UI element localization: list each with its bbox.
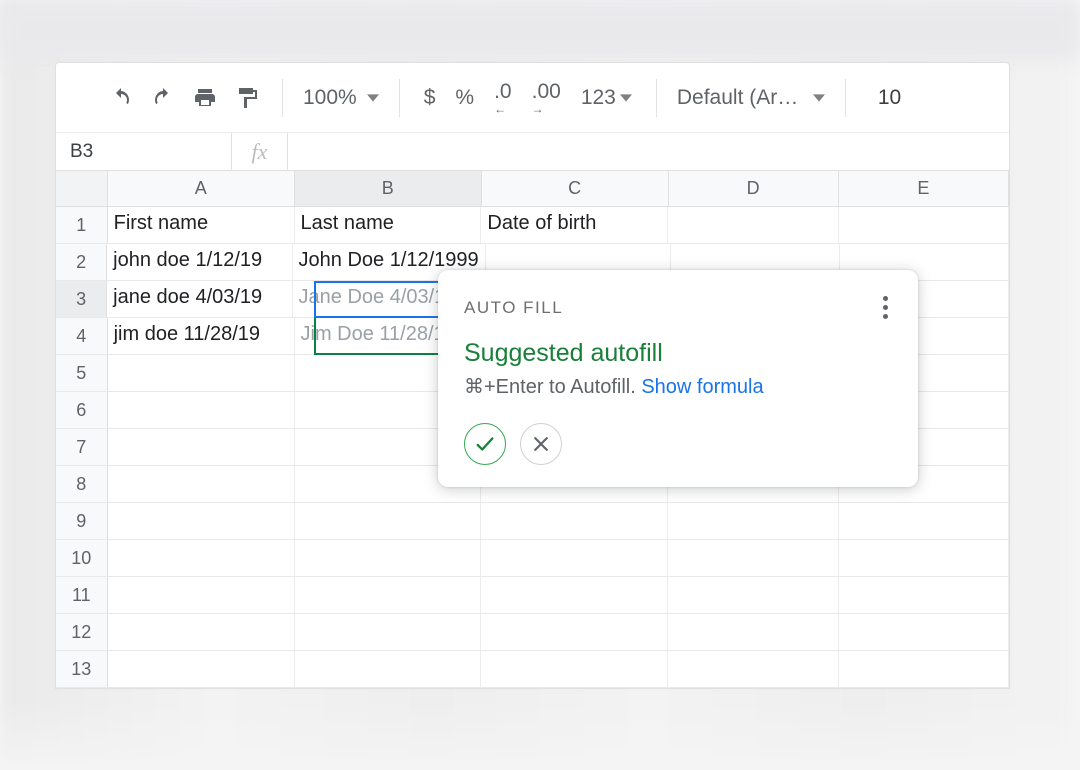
active-cell-ref: B3	[70, 141, 93, 163]
column-headers: A B C D E	[56, 171, 1009, 207]
row-9: 9	[56, 503, 1009, 540]
cell-C11[interactable]	[481, 577, 668, 613]
cell-E13[interactable]	[839, 651, 1009, 687]
cell-E10[interactable]	[839, 540, 1009, 576]
cell-E9[interactable]	[839, 503, 1009, 539]
zoom-value: 100%	[303, 86, 357, 110]
cell-A6[interactable]	[108, 392, 295, 428]
cell-C10[interactable]	[481, 540, 668, 576]
row-header-2[interactable]: 2	[56, 244, 107, 280]
cell-B1[interactable]: Last name	[295, 207, 482, 243]
cell-B12[interactable]	[295, 614, 482, 650]
toolbar: 100% $ % .0← .00→ 123 Default (Ari… 10	[56, 63, 1009, 133]
col-header-D[interactable]: D	[669, 171, 839, 206]
redo-button[interactable]	[146, 81, 180, 115]
row-12: 12	[56, 614, 1009, 651]
print-button[interactable]	[188, 81, 222, 115]
cell-D13[interactable]	[668, 651, 838, 687]
cell-E1[interactable]	[839, 207, 1009, 243]
cell-A13[interactable]	[108, 651, 295, 687]
formula-input[interactable]	[288, 133, 1009, 170]
row-header-7[interactable]: 7	[56, 429, 108, 465]
row-header-1[interactable]: 1	[56, 207, 108, 243]
cell-C12[interactable]	[481, 614, 668, 650]
cell-B11[interactable]	[295, 577, 482, 613]
col-header-A[interactable]: A	[108, 171, 295, 206]
autofill-suggestion-card: AUTO FILL Suggested autofill ⌘+Enter to …	[438, 270, 918, 487]
cell-E12[interactable]	[839, 614, 1009, 650]
col-header-C[interactable]: C	[482, 171, 669, 206]
row-11: 11	[56, 577, 1009, 614]
select-all-corner[interactable]	[56, 171, 108, 206]
row-header-10[interactable]: 10	[56, 540, 108, 576]
row-header-9[interactable]: 9	[56, 503, 108, 539]
cell-D1[interactable]	[668, 207, 838, 243]
accept-autofill-button[interactable]	[464, 423, 506, 465]
cell-E11[interactable]	[839, 577, 1009, 613]
row-header-6[interactable]: 6	[56, 392, 108, 428]
reject-autofill-button[interactable]	[520, 423, 562, 465]
cell-C1[interactable]: Date of birth	[481, 207, 668, 243]
autofill-card-title: Suggested autofill	[464, 339, 892, 368]
cell-B9[interactable]	[295, 503, 482, 539]
cell-D10[interactable]	[668, 540, 838, 576]
more-formats-button[interactable]: 123	[571, 86, 642, 110]
cell-A4[interactable]: jim doe 11/28/19	[108, 318, 295, 354]
cell-A1[interactable]: First name	[108, 207, 295, 243]
cell-B10[interactable]	[295, 540, 482, 576]
font-size-input[interactable]: 10	[860, 86, 919, 110]
cell-C13[interactable]	[481, 651, 668, 687]
cell-A9[interactable]	[108, 503, 295, 539]
autofill-card-subtext: ⌘+Enter to Autofill. Show formula	[464, 374, 892, 399]
row-header-4[interactable]: 4	[56, 318, 108, 354]
row-13: 13	[56, 651, 1009, 688]
cell-A10[interactable]	[108, 540, 295, 576]
col-header-B[interactable]: B	[295, 171, 482, 206]
paint-format-button[interactable]	[230, 81, 264, 115]
chevron-down-icon	[199, 141, 231, 163]
row-header-13[interactable]: 13	[56, 651, 108, 687]
row-10: 10	[56, 540, 1009, 577]
cell-A11[interactable]	[108, 577, 295, 613]
col-header-E[interactable]: E	[839, 171, 1009, 206]
row-header-12[interactable]: 12	[56, 614, 108, 650]
row-header-5[interactable]: 5	[56, 355, 108, 391]
more-options-button[interactable]	[879, 292, 892, 323]
increase-decimal-button[interactable]: .00→	[522, 80, 571, 116]
autofill-card-header: AUTO FILL	[464, 298, 563, 318]
decrease-decimal-button[interactable]: .0←	[484, 80, 522, 116]
fx-label: fx	[232, 133, 288, 170]
format-currency-button[interactable]: $	[414, 86, 446, 110]
cell-D11[interactable]	[668, 577, 838, 613]
row-1: 1 First name Last name Date of birth	[56, 207, 1009, 244]
row-header-3[interactable]: 3	[56, 281, 107, 317]
cell-D9[interactable]	[668, 503, 838, 539]
row-header-11[interactable]: 11	[56, 577, 108, 613]
show-formula-link[interactable]: Show formula	[641, 376, 763, 398]
cell-A7[interactable]	[108, 429, 295, 465]
zoom-select[interactable]: 100%	[297, 86, 385, 110]
undo-button[interactable]	[104, 81, 138, 115]
name-box[interactable]: B3	[56, 133, 232, 170]
cell-A3[interactable]: jane doe 4/03/19	[107, 281, 292, 317]
format-percent-button[interactable]: %	[445, 86, 484, 110]
cell-A8[interactable]	[108, 466, 295, 502]
formula-bar: B3 fx	[56, 133, 1009, 171]
cell-C9[interactable]	[481, 503, 668, 539]
cell-A5[interactable]	[108, 355, 295, 391]
cell-A2[interactable]: john doe 1/12/19	[107, 244, 292, 280]
cell-D12[interactable]	[668, 614, 838, 650]
font-family-select[interactable]: Default (Ari…	[671, 86, 831, 110]
cell-A12[interactable]	[108, 614, 295, 650]
cell-B13[interactable]	[295, 651, 482, 687]
row-header-8[interactable]: 8	[56, 466, 108, 502]
